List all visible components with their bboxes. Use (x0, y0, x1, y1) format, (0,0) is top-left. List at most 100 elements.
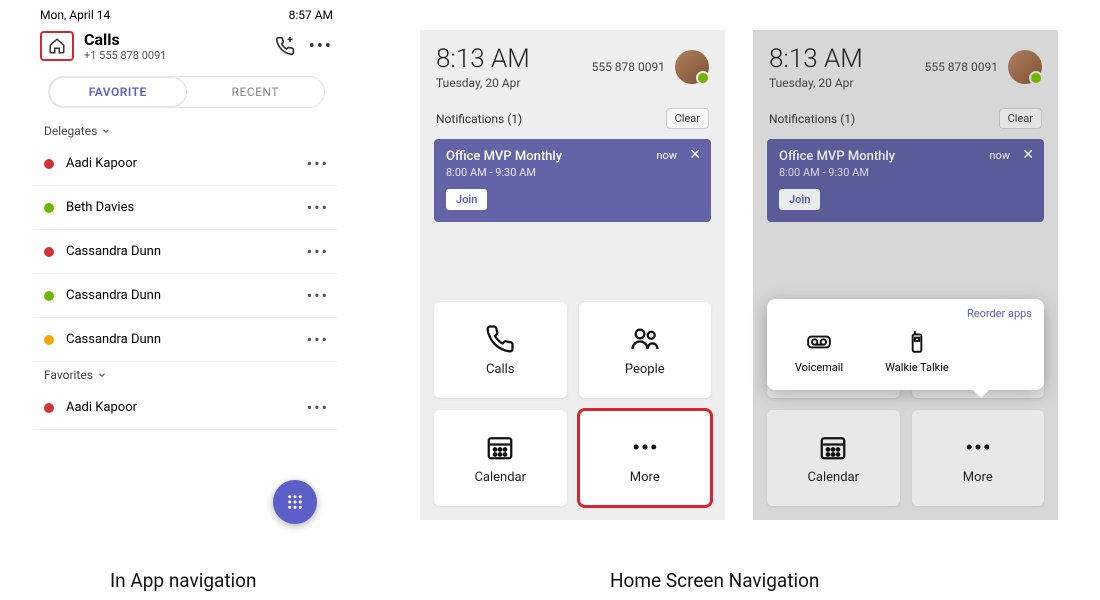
in-app-panel: Mon, April 14 8:57 AM Calls +1 555 878 0… (34, 2, 339, 532)
tab-favorite[interactable]: FAVORITE (49, 77, 187, 107)
people-icon (630, 324, 660, 354)
tab-recent[interactable]: RECENT (187, 77, 325, 107)
contact-row[interactable]: Aadi Kapoor ••• (34, 386, 339, 430)
app-header: Calls +1 555 878 0091 ••• (34, 26, 339, 68)
presence-available-icon (44, 291, 54, 301)
dialpad-fab[interactable] (273, 480, 317, 524)
clock: 8:13 AM (436, 44, 530, 74)
contact-row[interactable]: Cassandra Dunn ••• (34, 230, 339, 274)
contact-name: Cassandra Dunn (66, 332, 161, 347)
contact-row[interactable]: Beth Davies ••• (34, 186, 339, 230)
contact-name: Aadi Kapoor (66, 156, 137, 171)
contact-row[interactable]: Cassandra Dunn ••• (34, 274, 339, 318)
more-icon (630, 432, 660, 462)
row-overflow-icon[interactable]: ••• (307, 154, 329, 173)
meeting-card[interactable]: Office MVP Monthly 8:00 AM - 9:30 AM now… (767, 139, 1044, 222)
tile-calls[interactable]: Calls (434, 302, 567, 398)
presence-busy-icon (44, 159, 54, 169)
phone-number: 555 878 0091 (592, 60, 665, 74)
date: Tuesday, 20 Apr (436, 76, 530, 90)
page-title: Calls (84, 30, 275, 49)
section-favorites[interactable]: Favorites (34, 362, 339, 386)
status-date: Mon, April 14 (40, 8, 110, 22)
reorder-apps-link[interactable]: Reorder apps (967, 307, 1032, 320)
tile-calendar[interactable]: Calendar (434, 410, 567, 506)
join-button[interactable]: Join (779, 189, 820, 210)
avatar[interactable] (675, 50, 709, 84)
tile-more[interactable]: More (912, 410, 1045, 506)
section-delegates[interactable]: Delegates (34, 118, 339, 142)
meeting-now-badge: now (989, 149, 1010, 162)
row-overflow-icon[interactable]: ••• (307, 242, 329, 261)
close-icon[interactable]: ✕ (689, 147, 701, 163)
caption-left: In App navigation (110, 569, 257, 592)
tile-label: Calls (486, 362, 515, 377)
calendar-icon (818, 432, 848, 462)
more-apps-popup: Reorder apps Voicemail Walkie Talkie (767, 299, 1044, 390)
join-button[interactable]: Join (446, 189, 487, 210)
app-grid: Calls People Calendar More (434, 302, 711, 506)
caption-right: Home Screen Navigation (610, 569, 819, 592)
date: Tuesday, 20 Apr (769, 76, 863, 90)
voicemail-icon (806, 329, 832, 355)
row-overflow-icon[interactable]: ••• (307, 286, 329, 305)
phone-icon (485, 324, 515, 354)
home-icon (48, 37, 66, 55)
home-panel-dimmed: 8:13 AM Tuesday, 20 Apr 555 878 0091 Not… (753, 30, 1058, 520)
contact-name: Cassandra Dunn (66, 288, 161, 303)
contact-row[interactable]: Cassandra Dunn ••• (34, 318, 339, 362)
notifications-label: Notifications (1) (769, 112, 855, 126)
calendar-icon (485, 432, 515, 462)
contact-name: Beth Davies (66, 200, 134, 215)
chevron-down-icon (101, 126, 111, 136)
status-time: 8:57 AM (289, 8, 333, 22)
tile-label: Calendar (807, 470, 859, 485)
presence-busy-icon (44, 403, 54, 413)
meeting-time: 8:00 AM - 9:30 AM (779, 166, 1032, 179)
chevron-down-icon (97, 370, 107, 380)
overflow-icon[interactable]: ••• (309, 36, 333, 57)
tile-people[interactable]: People (579, 302, 712, 398)
tile-label: People (625, 362, 665, 377)
avatar[interactable] (1008, 50, 1042, 84)
clear-button[interactable]: Clear (999, 108, 1042, 129)
row-overflow-icon[interactable]: ••• (307, 198, 329, 217)
presence-available-icon (44, 203, 54, 213)
close-icon[interactable]: ✕ (1022, 147, 1034, 163)
section-delegates-label: Delegates (44, 124, 97, 138)
status-bar: Mon, April 14 8:57 AM (34, 2, 339, 26)
tile-label: More (630, 470, 660, 485)
contact-row[interactable]: Aadi Kapoor ••• (34, 142, 339, 186)
tabs: FAVORITE RECENT (48, 76, 325, 108)
clear-button[interactable]: Clear (666, 108, 709, 129)
contact-name: Aadi Kapoor (66, 400, 137, 415)
presence-away-icon (44, 335, 54, 345)
notifications-label: Notifications (1) (436, 112, 522, 126)
tile-label: Calendar (474, 470, 526, 485)
add-call-icon[interactable] (275, 36, 295, 56)
tile-label: More (963, 470, 993, 485)
home-button[interactable] (40, 31, 74, 61)
row-overflow-icon[interactable]: ••• (307, 330, 329, 349)
presence-busy-icon (44, 247, 54, 257)
popup-item-walkie-talkie[interactable]: Walkie Talkie (885, 329, 949, 374)
tile-more[interactable]: More (579, 410, 712, 506)
popup-item-label: Voicemail (795, 361, 843, 374)
meeting-card[interactable]: Office MVP Monthly 8:00 AM - 9:30 AM now… (434, 139, 711, 222)
row-overflow-icon[interactable]: ••• (307, 398, 329, 417)
tile-calendar[interactable]: Calendar (767, 410, 900, 506)
contact-name: Cassandra Dunn (66, 244, 161, 259)
meeting-time: 8:00 AM - 9:30 AM (446, 166, 699, 179)
dialpad-icon (286, 493, 304, 511)
home-header: 8:13 AM Tuesday, 20 Apr 555 878 0091 (753, 30, 1058, 96)
section-favorites-label: Favorites (44, 368, 93, 382)
walkie-talkie-icon (904, 329, 930, 355)
clock: 8:13 AM (769, 44, 863, 74)
page-subtitle: +1 555 878 0091 (84, 49, 275, 62)
popup-item-label: Walkie Talkie (885, 361, 949, 374)
meeting-now-badge: now (656, 149, 677, 162)
popup-item-voicemail[interactable]: Voicemail (787, 329, 851, 374)
more-icon (963, 432, 993, 462)
home-panel: 8:13 AM Tuesday, 20 Apr 555 878 0091 Not… (420, 30, 725, 520)
home-header: 8:13 AM Tuesday, 20 Apr 555 878 0091 (420, 30, 725, 96)
